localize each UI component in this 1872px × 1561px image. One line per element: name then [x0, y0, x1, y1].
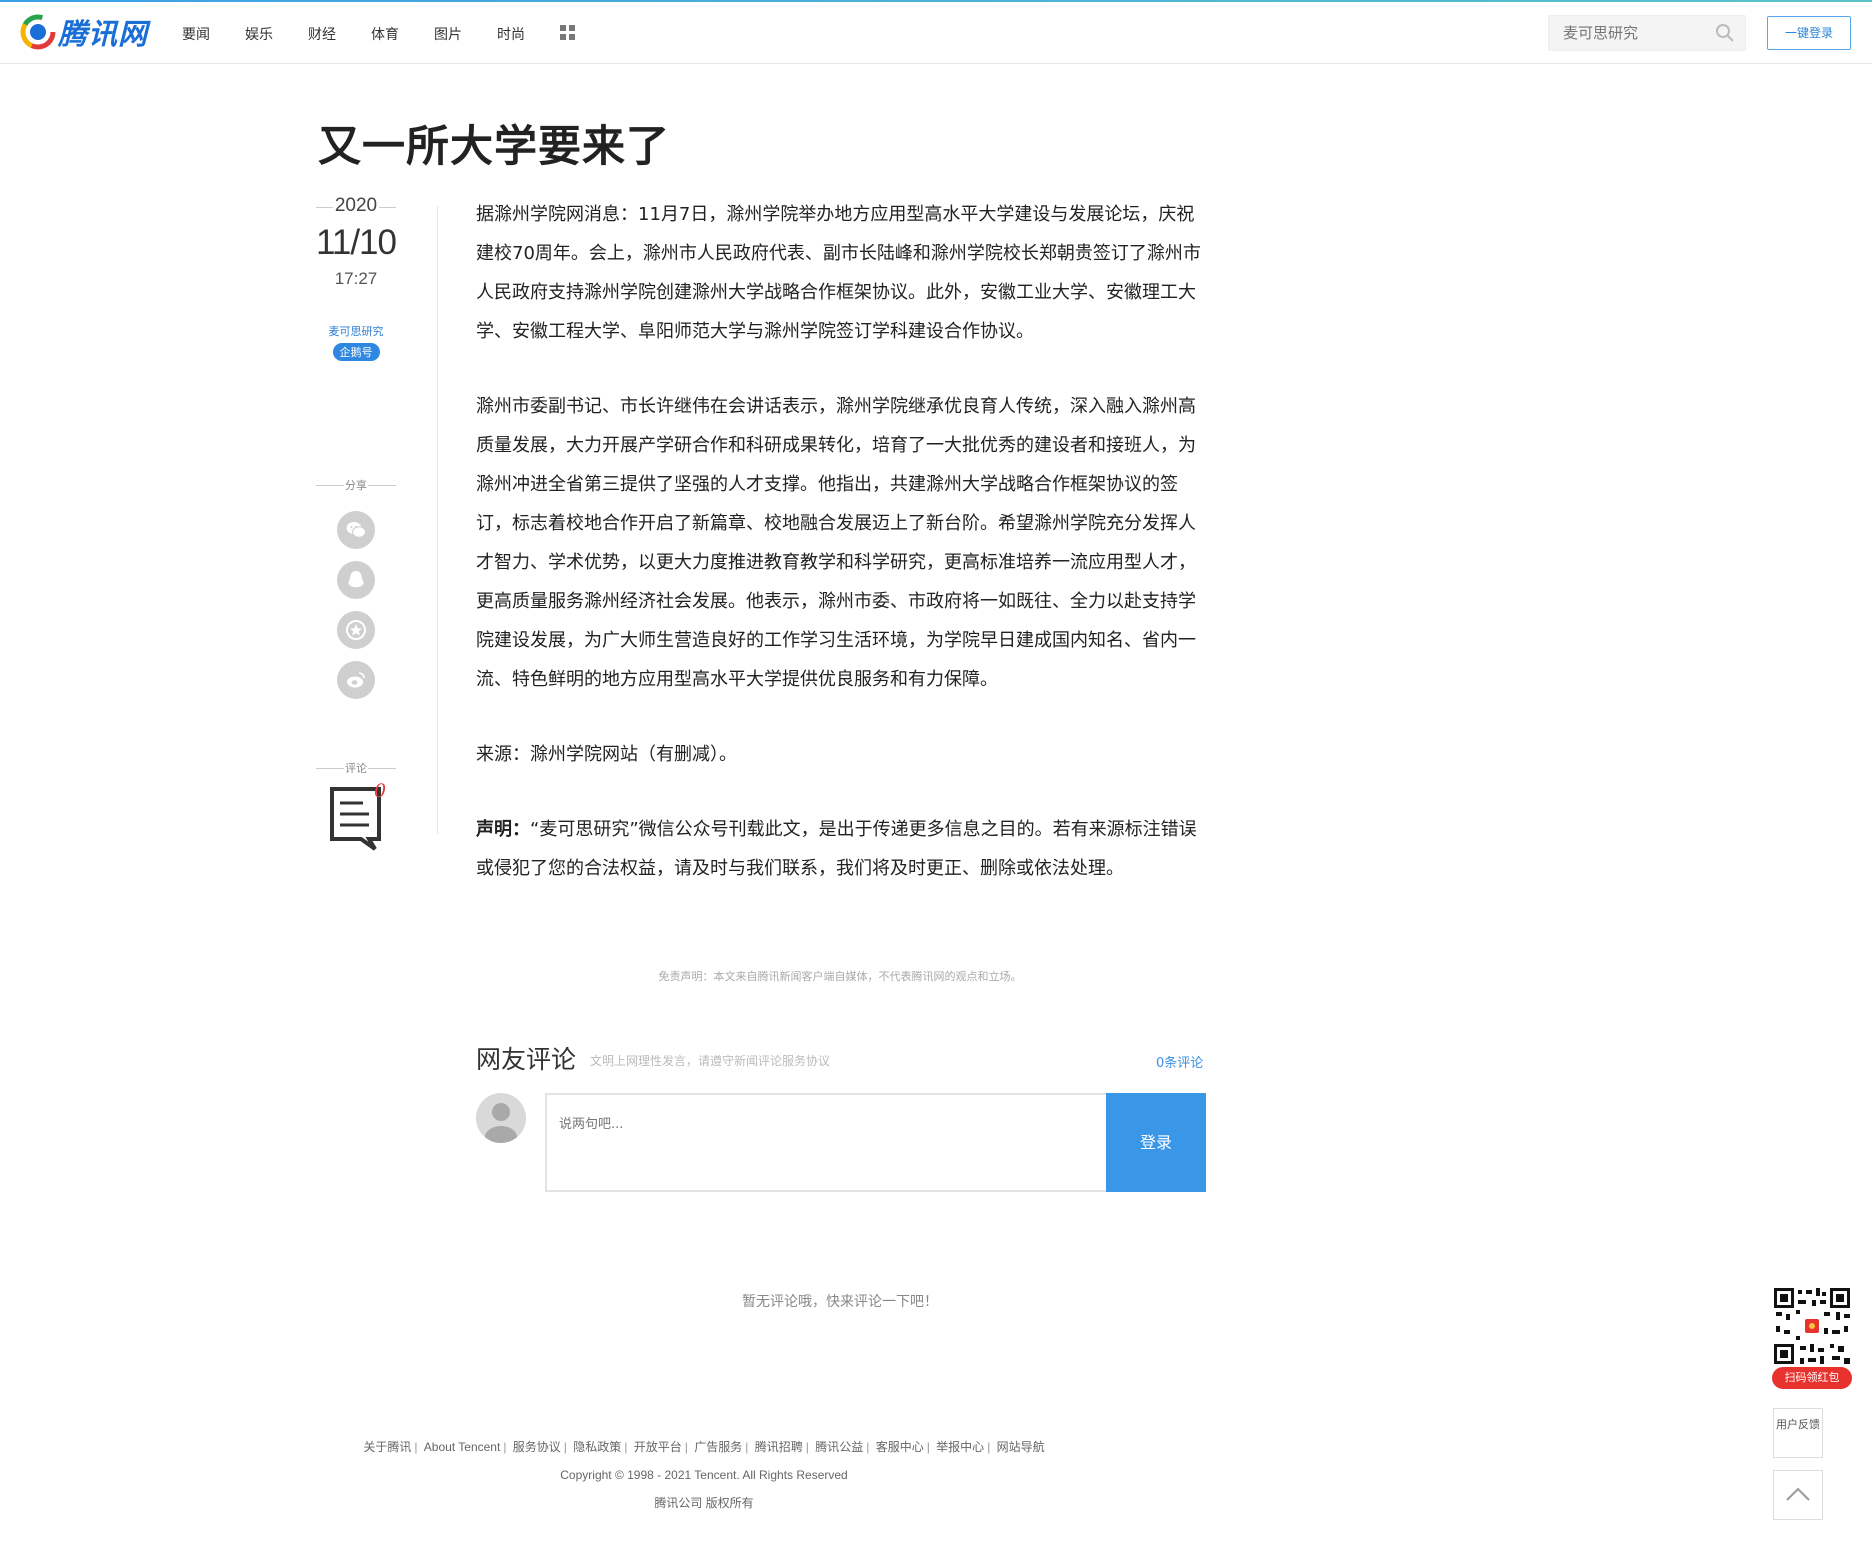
footer-link-about-en[interactable]: About Tencent [424, 1440, 501, 1454]
user-avatar-icon [476, 1093, 526, 1143]
share-favorite-button[interactable] [337, 611, 375, 649]
chevron-up-icon [1786, 1487, 1810, 1501]
comment-label: 评论 [316, 760, 396, 776]
statement-text: “麦可思研究”微信公众号刊载此文，是出于传递更多信息之目的。若有来源标注错误或侵… [476, 819, 1197, 879]
date-month-day: 11/10 [316, 223, 397, 262]
comments-title: 网友评论 [476, 1045, 577, 1074]
share-qq-button[interactable] [337, 561, 375, 599]
article-source: 来源：滁州学院网站（有删减）。 [476, 744, 737, 765]
nav-item-shishang[interactable]: 时尚 [497, 24, 525, 44]
tencent-logo-icon [20, 14, 56, 50]
avatar [476, 1093, 526, 1143]
article-meta: 2020 11/10 17:27 麦可思研究 企鹅号 [316, 195, 397, 361]
one-click-login-button[interactable]: 一键登录 [1767, 16, 1851, 50]
star-icon [346, 620, 366, 640]
footer-link-report[interactable]: 举报中心 [936, 1440, 984, 1454]
empty-comments-text: 暂无评论哦，快来评论一下吧！ [742, 1294, 938, 1310]
nav-item-tiyu[interactable]: 体育 [371, 24, 399, 44]
logo-text: 腾讯网 [58, 17, 149, 51]
footer-copyright: Copyright © 1998 - 2021 Tencent. All Rig… [560, 1468, 848, 1482]
statement-label: 声明： [476, 819, 530, 840]
footer-links: 关于腾讯 | About Tencent | 服务协议 | 隐私政策 | 开放平台 | 广… [363, 1440, 1045, 1454]
nav-item-caijing[interactable]: 财经 [308, 24, 336, 44]
comments-hint: 文明上网理性发言，请遵守新闻评论服务协议 [590, 1054, 831, 1068]
meta-divider [437, 206, 438, 834]
nav-item-yaowen[interactable]: 要闻 [182, 24, 210, 44]
footer-link-terms[interactable]: 服务协议 [513, 1440, 561, 1454]
author-badge: 企鹅号 [332, 343, 380, 361]
footer-link-sitemap[interactable]: 网站导航 [997, 1440, 1045, 1454]
share-label: 分享 [316, 477, 396, 493]
site-footer: 关于腾讯 | About Tencent | 服务协议 | 隐私政策 | 开放平台 | 广… [0, 1433, 1408, 1517]
nav-item-tupian[interactable]: 图片 [434, 24, 462, 44]
comments-count-link[interactable]: 0条评论 [1156, 1052, 1203, 1071]
footer-link-support[interactable]: 客服中心 [876, 1440, 924, 1454]
comment-input-box [545, 1093, 1107, 1192]
footer-link-privacy[interactable]: 隐私政策 [573, 1440, 621, 1454]
qr-code-icon[interactable] [1772, 1286, 1852, 1366]
search-icon[interactable] [1715, 23, 1735, 43]
article-paragraph: 据滁州学院网消息：11月7日，滁州学院举办地方应用型高水平大学建设与发展论坛，庆… [476, 204, 1201, 342]
footer-link-careers[interactable]: 腾讯招聘 [755, 1440, 803, 1454]
more-grid-icon[interactable] [560, 25, 576, 41]
nav-item-yule[interactable]: 娱乐 [245, 24, 273, 44]
tencent-logo[interactable]: 腾讯网 [20, 14, 149, 51]
site-header: 腾讯网 要闻 娱乐 财经 体育 图片 时尚 一键登录 [0, 2, 1872, 64]
disclaimer-text: 免责声明：本文来自腾讯新闻客户端自媒体，不代表腾讯网的观点和立场。 [658, 970, 1022, 983]
footer-link-open-platform[interactable]: 开放平台 [634, 1440, 682, 1454]
footer-link-charity[interactable]: 腾讯公益 [815, 1440, 863, 1454]
author-name[interactable]: 麦可思研究 [316, 323, 396, 339]
comment-login-button[interactable]: 登录 [1106, 1093, 1206, 1192]
back-to-top-button[interactable] [1773, 1470, 1823, 1520]
search-input[interactable] [1549, 16, 1715, 50]
article-statement: 声明：“麦可思研究”微信公众号刊载此文，是出于传递更多信息之目的。若有来源标注错… [476, 810, 1204, 888]
footer-link-about[interactable]: 关于腾讯 [363, 1440, 411, 1454]
article-paragraph: 滁州市委副书记、市长许继伟在会讲话表示，滁州学院继承优良育人传统，深入融入滁州高… [476, 396, 1196, 690]
main-nav: 要闻 娱乐 财经 体育 图片 时尚 [182, 24, 576, 44]
search-box [1548, 15, 1746, 51]
wechat-icon [346, 522, 366, 538]
weibo-icon [347, 672, 365, 688]
date-time: 17:27 [334, 269, 378, 288]
share-wechat-button[interactable] [337, 511, 375, 549]
article-body: 据滁州学院网消息：11月7日，滁州学院举办地方应用型高水平大学建设与发展论坛，庆… [476, 195, 1204, 924]
article-title: 又一所大学要来了 [318, 122, 670, 172]
comment-input[interactable] [547, 1095, 1107, 1190]
date-year: 2020 [316, 195, 396, 217]
qq-penguin-icon [348, 571, 364, 588]
footer-company: 腾讯公司 版权所有 [654, 1496, 754, 1510]
feedback-button[interactable]: 用户反馈 [1773, 1408, 1823, 1458]
comment-count-badge: 0 [374, 780, 387, 802]
red-packet-qr-label[interactable]: 扫码领红包 [1772, 1367, 1852, 1389]
share-weibo-button[interactable] [337, 661, 375, 699]
footer-link-ads[interactable]: 广告服务 [694, 1440, 742, 1454]
